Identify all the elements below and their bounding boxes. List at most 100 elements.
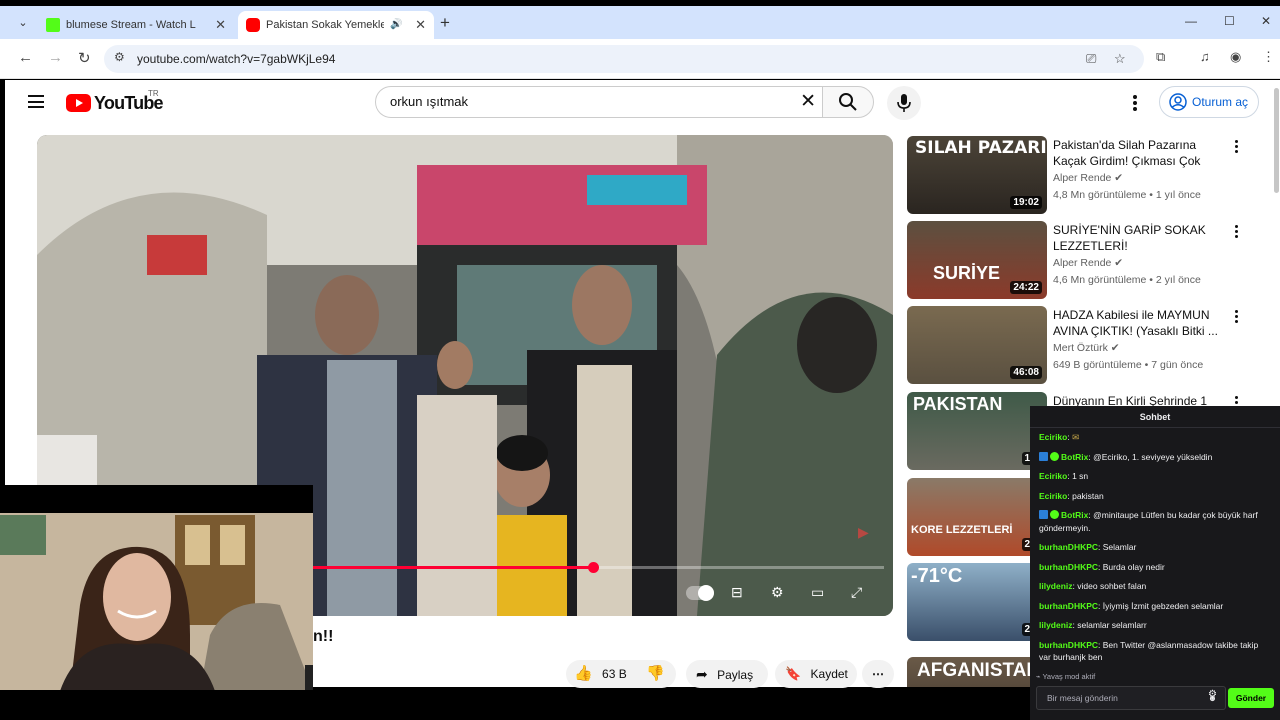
duration-badge: 19:02 bbox=[1010, 196, 1042, 209]
search-input[interactable]: orkun ışıtmak ✕ bbox=[375, 86, 823, 118]
fullscreen-icon[interactable]: ⤢ bbox=[851, 584, 862, 601]
scrubber-handle[interactable] bbox=[588, 562, 599, 573]
maximize-icon[interactable]: ☐ bbox=[1224, 14, 1235, 28]
save-button[interactable]: 🔖 Kaydet bbox=[775, 660, 857, 688]
speaker-icon[interactable]: 🔊 bbox=[390, 11, 402, 39]
chat-message: burhanDHKPC: Burda olay nedir bbox=[1039, 561, 1165, 572]
chat-text: İyiymiş İzmit gebzeden selamlar bbox=[1102, 600, 1224, 611]
chat-username[interactable]: BotRix bbox=[1061, 452, 1088, 462]
search-button[interactable] bbox=[822, 86, 874, 118]
more-vert-icon[interactable] bbox=[1233, 140, 1239, 155]
chat-username[interactable]: Eciriko bbox=[1039, 432, 1067, 442]
like-button[interactable]: 👍 63 B bbox=[574, 660, 636, 688]
video-meta: 4,8 Mn görüntüleme • 1 yıl önce bbox=[1053, 189, 1201, 201]
media-control-icon[interactable]: ♫ bbox=[1200, 49, 1210, 64]
chat-username[interactable]: lilydeniz bbox=[1039, 620, 1073, 630]
chat-username[interactable]: BotRix bbox=[1061, 510, 1088, 520]
stream-chat-panel: Sohbet Eciriko: ✉ BotRix: @Eciriko, 1. s… bbox=[1030, 406, 1280, 720]
video-title: n!! bbox=[313, 628, 334, 645]
reload-icon[interactable]: ↻ bbox=[78, 49, 91, 67]
settings-gear-icon[interactable]: ⚙ bbox=[771, 584, 784, 601]
bottom-strip bbox=[0, 690, 1030, 720]
video-title[interactable]: HADZA Kabilesi ile MAYMUN AVINA ÇIKTIK! … bbox=[1053, 307, 1219, 339]
youtube-play-icon bbox=[66, 94, 91, 112]
chat-text: video sohbet falan bbox=[1077, 581, 1147, 591]
microphone-icon bbox=[897, 94, 911, 112]
chat-message: Eciriko: ✉ bbox=[1039, 432, 1080, 442]
page-scrollbar[interactable] bbox=[1274, 88, 1279, 193]
video-thumbnail[interactable]: -71°C 25: bbox=[907, 563, 1047, 641]
thumbs-down-icon: 👎 bbox=[646, 665, 665, 682]
video-title[interactable]: Pakistan'da Silah Pazarına Kaçak Girdim!… bbox=[1053, 137, 1219, 169]
forward-icon[interactable]: → bbox=[48, 49, 63, 66]
theater-mode-icon[interactable]: ▭ bbox=[811, 584, 824, 601]
chat-message-input[interactable]: Bir mesaj gönderin ☻ bbox=[1036, 686, 1226, 710]
video-thumbnail[interactable]: KORE LEZZETLERİ 28: bbox=[907, 478, 1047, 556]
more-actions-button[interactable]: ⋯ bbox=[862, 660, 894, 688]
chrome-menu-icon[interactable]: ⋮ bbox=[1262, 49, 1275, 65]
screen: ⌄ blumese Stream - Watch Live on ✕ Pakis… bbox=[0, 0, 1280, 720]
channel-label: Alper Rende bbox=[1053, 172, 1112, 184]
share-button[interactable]: ➦ Paylaş bbox=[686, 660, 768, 688]
video-thumbnail[interactable]: SILAH PAZARI 19:02 bbox=[907, 136, 1047, 214]
video-thumbnail[interactable]: 46:08 bbox=[907, 306, 1047, 384]
chat-username[interactable]: burhanDHKPC bbox=[1039, 640, 1098, 650]
url-text: youtube.com/watch?v=7gabWKjLe94 bbox=[137, 52, 336, 66]
menu-icon[interactable] bbox=[28, 95, 44, 108]
verified-icon: ✔ bbox=[1114, 257, 1124, 269]
close-tab-icon[interactable]: ✕ bbox=[215, 11, 226, 39]
bot-badge-icon bbox=[1039, 451, 1048, 461]
bookmark-star-icon[interactable]: ☆ bbox=[1114, 51, 1126, 67]
chat-settings-icon[interactable]: ⚙ bbox=[1208, 689, 1217, 700]
chat-username[interactable]: Eciriko bbox=[1039, 491, 1067, 501]
chat-username[interactable]: burhanDHKPC bbox=[1039, 562, 1098, 572]
video-thumbnail[interactable]: SURİYE 24:22 bbox=[907, 221, 1047, 299]
tab-title: blumese Stream - Watch Live on bbox=[66, 19, 196, 31]
tab-kick-stream[interactable]: blumese Stream - Watch Live on ✕ bbox=[38, 11, 234, 39]
minimize-icon[interactable]: — bbox=[1185, 14, 1197, 28]
address-bar[interactable]: ⚙ youtube.com/watch?v=7gabWKjLe94 ⎚ ☆ bbox=[104, 45, 1144, 73]
video-title[interactable]: SURİYE'NİN GARİP SOKAK LEZZETLERİ! bbox=[1053, 222, 1219, 254]
install-app-icon[interactable]: ⎚ bbox=[1086, 51, 1096, 67]
browser-toolbar: ← → ↻ ⚙ youtube.com/watch?v=7gabWKjLe94 … bbox=[0, 39, 1280, 79]
dislike-button[interactable]: 👎 bbox=[646, 660, 665, 688]
tab-youtube-video[interactable]: Pakistan Sokak Yemeklerini 🔊 ✕ bbox=[238, 11, 434, 39]
voice-search-button[interactable] bbox=[887, 86, 921, 120]
autoplay-toggle[interactable] bbox=[686, 585, 714, 601]
like-dislike-group: 👍 63 B 👎 bbox=[566, 660, 676, 688]
recommended-video[interactable]: SURİYE 24:22 SURİYE'NİN GARİP SOKAK LEZZ… bbox=[907, 221, 1247, 299]
chat-text: Burda olay nedir bbox=[1102, 561, 1165, 572]
chat-message: burhanDHKPC: Selamlar bbox=[1039, 542, 1137, 552]
more-vert-icon[interactable] bbox=[1233, 310, 1239, 325]
video-meta: 4,6 Mn görüntüleme • 2 yıl önce bbox=[1053, 274, 1201, 286]
settings-more-icon[interactable] bbox=[1131, 95, 1139, 111]
duration-badge: 24:22 bbox=[1010, 281, 1042, 294]
chat-message: BotRix: @Eciriko, 1. seviyeye yükseldin bbox=[1039, 451, 1272, 464]
video-thumbnail[interactable]: AFGANISTAN bbox=[907, 657, 1047, 687]
video-thumbnail[interactable]: PAKISTAN 19: bbox=[907, 392, 1047, 470]
subtitles-icon[interactable]: ⊟ bbox=[731, 584, 743, 601]
profile-icon[interactable]: ◉ bbox=[1230, 49, 1241, 65]
channel-name[interactable]: Alper Rende ✔ bbox=[1053, 257, 1123, 269]
chat-username[interactable]: burhanDHKPC bbox=[1039, 542, 1098, 552]
chat-username[interactable]: lilydeniz bbox=[1039, 581, 1073, 591]
back-icon[interactable]: ← bbox=[18, 49, 33, 66]
close-window-icon[interactable]: ✕ bbox=[1261, 14, 1271, 28]
clear-search-icon[interactable]: ✕ bbox=[800, 90, 816, 113]
site-info-icon[interactable]: ⚙ bbox=[114, 50, 125, 64]
tab-search-icon[interactable]: ⌄ bbox=[12, 15, 34, 31]
video-meta: 649 B görüntüleme • 7 gün önce bbox=[1053, 359, 1204, 371]
send-message-button[interactable]: Gönder bbox=[1228, 688, 1274, 708]
new-tab-icon[interactable]: + bbox=[440, 14, 450, 32]
sign-in-button[interactable]: Oturum aç bbox=[1159, 86, 1259, 118]
more-vert-icon[interactable] bbox=[1233, 225, 1239, 240]
extensions-icon[interactable]: ⧉ bbox=[1156, 49, 1165, 65]
recommended-video[interactable]: 46:08 HADZA Kabilesi ile MAYMUN AVINA ÇI… bbox=[907, 306, 1247, 384]
recommended-video[interactable]: SILAH PAZARI 19:02 Pakistan'da Silah Paz… bbox=[907, 136, 1247, 214]
chat-username[interactable]: Eciriko bbox=[1039, 471, 1067, 481]
chat-username[interactable]: burhanDHKPC bbox=[1039, 601, 1098, 611]
channel-name[interactable]: Mert Öztürk ✔ bbox=[1053, 342, 1120, 354]
channel-name[interactable]: Alper Rende ✔ bbox=[1053, 172, 1123, 184]
thumbnail-text: PAKISTAN bbox=[913, 394, 1003, 414]
close-tab-icon[interactable]: ✕ bbox=[415, 11, 426, 39]
